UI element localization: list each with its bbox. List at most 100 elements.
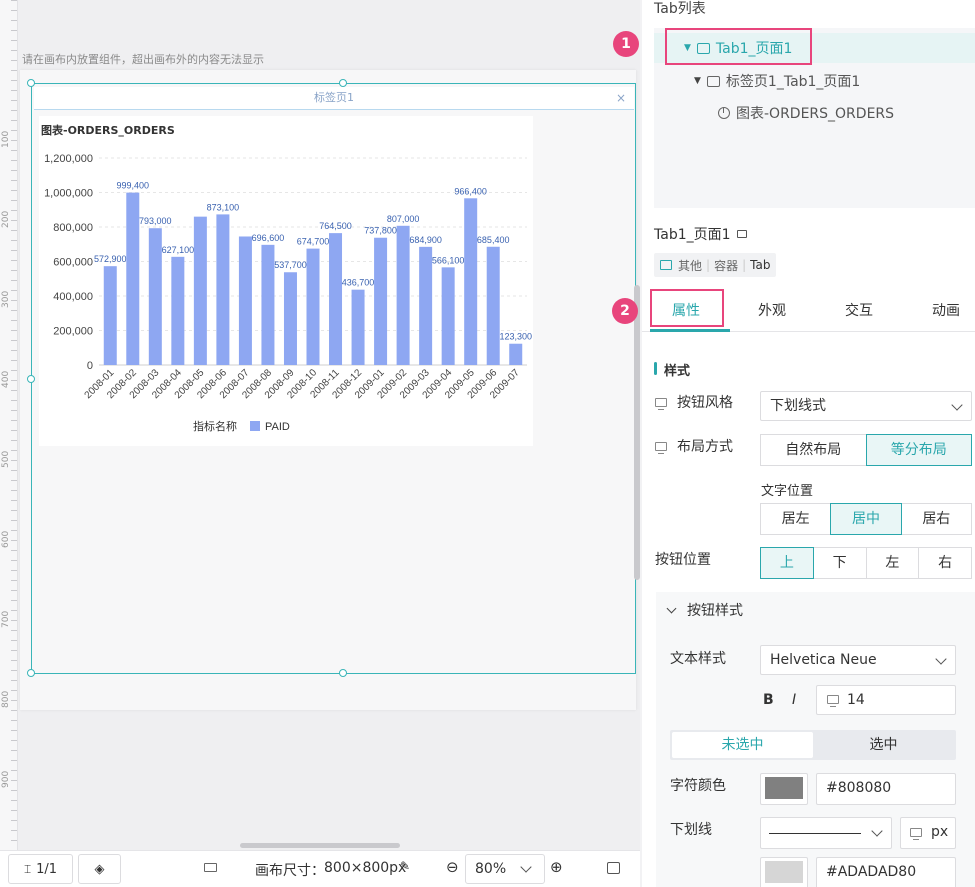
zoom-value: 80%	[475, 861, 507, 877]
tab-strip[interactable]: 标签页1 ×	[34, 87, 634, 110]
tree-item-tabpage[interactable]: ▼ 标签页1_Tab1_页面1	[654, 66, 975, 96]
canvas-hint: 请在画布内放置组件，超出画布外的内容无法显示	[22, 53, 264, 66]
char-color-picker[interactable]	[760, 773, 808, 805]
state-unselected-option[interactable]: 未选中	[672, 732, 813, 758]
resize-handle[interactable]	[27, 669, 35, 677]
fit-screen-icon[interactable]	[607, 862, 620, 874]
resize-handle[interactable]	[339, 669, 347, 677]
bar-chart: 0 200,000 400,000 600,000 800,000 1,000,000 1,…	[44, 153, 532, 433]
bar	[261, 244, 275, 365]
tab-appearance[interactable]: 外观	[732, 290, 812, 332]
layout-natural-option[interactable]: 自然布局	[760, 434, 867, 466]
line-style-preview	[769, 833, 861, 834]
rename-icon[interactable]	[736, 230, 747, 238]
char-color-input[interactable]: #808080	[816, 773, 956, 805]
edit-size-icon[interactable]: ✎	[400, 859, 410, 873]
folder-icon	[660, 260, 672, 270]
underline-color-input[interactable]: #ADADAD80	[816, 857, 956, 887]
data-label: 793,000	[139, 216, 172, 226]
data-label: 436,700	[342, 278, 375, 288]
text-right-option[interactable]: 居右	[900, 503, 972, 535]
font-family-value: Helvetica Neue	[770, 652, 877, 668]
bar	[238, 236, 252, 365]
resize-handle[interactable]	[27, 79, 35, 87]
resize-handle[interactable]	[27, 375, 35, 383]
legend-label: PAID	[265, 421, 290, 433]
italic-button[interactable]: I	[792, 692, 796, 708]
page-indicator-button[interactable]: ⌶ 1/1	[8, 854, 73, 884]
pie-chart-icon	[718, 107, 730, 119]
data-label: 685,400	[477, 235, 510, 245]
chart-card[interactable]: 图表-ORDERS_ORDERS 0 200,000 400,000 600,000 8…	[39, 116, 533, 446]
button-style-section-toggle[interactable]: 按钮样式	[666, 600, 743, 620]
tab-close-icon[interactable]: ×	[616, 87, 626, 109]
data-label: 737,800	[364, 226, 397, 236]
canvas-area[interactable]: 100 200 300 400 500 600 700 800 900 请在画布…	[0, 0, 640, 887]
highlight-box-2	[650, 289, 724, 327]
layers-button[interactable]: ◈	[78, 854, 121, 884]
ruler-mark: 300	[1, 290, 11, 308]
layers-icon: ◈	[94, 861, 105, 877]
y-tick-label: 1,200,000	[44, 153, 93, 165]
tab-animation[interactable]: 动画	[906, 290, 975, 332]
underline-unit-input[interactable]: px	[900, 817, 956, 849]
ruler-mark: 400	[1, 370, 11, 388]
tree-item-label: 标签页1_Tab1_页面1	[725, 74, 861, 90]
text-left-option[interactable]: 居左	[760, 503, 832, 535]
keyboard-icon[interactable]	[204, 863, 217, 872]
data-label: 873,100	[207, 202, 240, 212]
zoom-select[interactable]: 80%	[465, 854, 545, 884]
underline-style-select[interactable]	[760, 817, 892, 849]
underline-color-picker[interactable]	[760, 857, 808, 887]
zoom-out-icon[interactable]: ⊖	[446, 858, 459, 876]
position-bottom-option[interactable]: 下	[812, 547, 867, 579]
bold-button[interactable]: B	[763, 692, 774, 708]
button-style-label: 按钮风格	[655, 392, 733, 412]
state-selected-option[interactable]: 选中	[813, 732, 954, 758]
underline-color-value: #ADADAD80	[826, 864, 917, 880]
tab-interaction[interactable]: 交互	[819, 290, 899, 332]
vertical-ruler: 100 200 300 400 500 600 700 800 900	[0, 0, 18, 850]
monitor-icon	[655, 397, 667, 410]
position-right-option[interactable]: 右	[918, 547, 972, 579]
tab-container[interactable]: 标签页1 × 图表-ORDERS_ORDERS 0 200,000 400,000 6…	[27, 79, 636, 677]
resize-handle[interactable]	[339, 79, 347, 87]
button-style-section-title: 按钮样式	[687, 603, 743, 619]
zoom-in-icon[interactable]: ⊕	[550, 858, 563, 876]
font-size-input[interactable]: 14	[816, 685, 956, 715]
layout-equal-option[interactable]: 等分布局	[865, 434, 972, 466]
chevron-down-icon	[871, 825, 883, 837]
vertical-scrollbar[interactable]	[634, 285, 640, 580]
tree-item-chart[interactable]: 图表-ORDERS_ORDERS	[654, 98, 975, 128]
y-tick-label: 1,000,000	[44, 188, 93, 200]
tag-other: 其他	[678, 258, 703, 273]
bar	[486, 246, 500, 365]
y-tick-label: 400,000	[53, 291, 93, 303]
data-label: 627,100	[162, 245, 195, 255]
bar	[441, 267, 455, 365]
ruler-mark: 600	[1, 530, 11, 548]
position-left-option[interactable]: 左	[865, 547, 920, 579]
bar	[464, 198, 478, 365]
caret-down-icon[interactable]: ▼	[694, 76, 701, 86]
monitor-icon	[655, 441, 667, 454]
position-top-option[interactable]: 上	[760, 547, 814, 579]
chevron-down-icon	[935, 653, 947, 665]
text-style-label: 文本样式	[670, 651, 726, 667]
font-family-select[interactable]: Helvetica Neue	[760, 645, 956, 675]
char-color-value: #808080	[826, 780, 892, 796]
component-name-text: Tab1_页面1	[654, 227, 731, 243]
data-label: 684,900	[409, 235, 442, 245]
horizontal-scrollbar[interactable]	[240, 843, 400, 848]
data-label: 696,600	[252, 233, 285, 243]
bottom-toolbar: ⌶ 1/1 ◈ 画布尺寸： 800×800px ✎ ⊖ 80% ⊕	[0, 850, 640, 887]
ruler-mark: 700	[1, 610, 11, 628]
data-label: 807,000	[387, 214, 420, 224]
page-count: 1/1	[36, 861, 58, 877]
data-label: 572,900	[94, 254, 127, 264]
tab-list-title: Tab列表	[654, 1, 706, 17]
text-center-option[interactable]: 居中	[830, 503, 902, 535]
bar	[396, 225, 410, 365]
tab-label[interactable]: 标签页1	[314, 91, 354, 104]
button-style-select[interactable]: 下划线式	[760, 391, 972, 421]
